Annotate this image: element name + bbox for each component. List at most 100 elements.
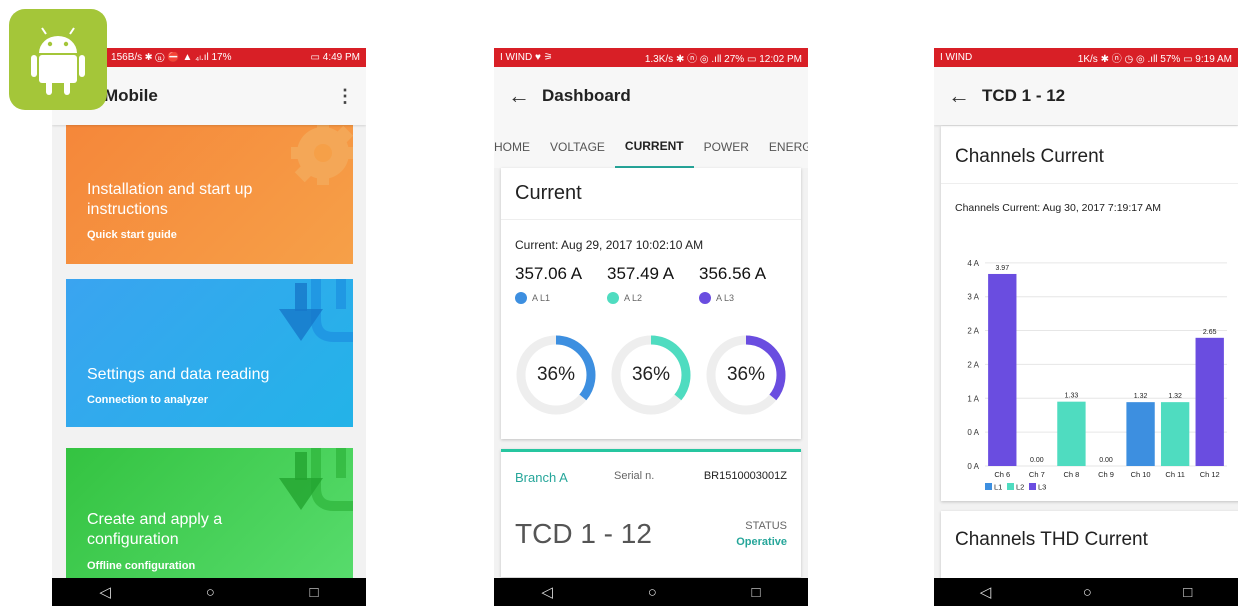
gauge-percent: 36% [726,364,766,385]
status-bar-right: 1.3K/s ✱ ⓝ ◎ .ıll 27% ▭ 12:02 PM [644,54,802,65]
branch-name: Branch A [515,470,568,485]
status-label: STATUS [745,520,787,532]
x-tick-label: Ch 7 [1029,470,1045,479]
bar-value-label: 0.00 [1099,457,1113,464]
app-bar: ← TCD 1 - 12 [934,67,1238,125]
channels-bar-chart: 0 A 0 A 1 A 2 A 2 A 3 A 4 A 3.97 Ch 6 0.00 Ch 7 1.3… [967,259,1227,492]
back-arrow-icon[interactable]: ← [948,83,982,109]
card-title: Installation and start up instructions [87,181,253,218]
tab-bar: HOME VOLTAGE CURRENT POWER ENERGY [494,125,808,168]
gauge-l2: 36% [610,334,692,416]
phase-legend: A L3 [699,292,791,304]
card-subtitle: Connection to analyzer [87,394,209,406]
gauge-percent: 36% [631,364,671,385]
bar-value-label: 1.32 [1134,393,1148,400]
home-circle-icon[interactable]: ○ [206,584,215,601]
tab-current[interactable]: CURRENT [614,125,694,168]
status-bar: I WIND ♥ ⚞ 1.3K/s ✱ ⓝ ◎ .ıll 27% ▭ 12:02… [494,48,808,67]
branch-card[interactable]: Branch A Serial n. BR1510003001Z TCD 1 -… [501,449,801,577]
device-name: TCD 1 - 12 [515,518,652,549]
card-list: Installation and start up instructions Q… [52,125,366,578]
legend-dot [515,292,527,304]
gauge-percent: 36% [536,364,576,385]
android-logo [9,9,107,110]
phase-l3: 356.56 A A L3 [699,264,791,304]
bar-value-label: 2.65 [1203,329,1217,336]
card-title: Current [501,168,801,220]
bar [988,273,1017,466]
app-title: TCD 1 - 12 [982,86,1066,105]
phase-l1: 357.06 A A L1 [515,264,607,304]
gauge-l1: 36% [515,334,597,416]
settings-card[interactable]: Settings and data reading Connection to … [66,279,353,427]
tab-energy[interactable]: ENERGY [759,125,808,168]
phone-screen-dashboard: I WIND ♥ ⚞ 1.3K/s ✱ ⓝ ◎ .ıll 27% ▭ 12:02… [494,48,808,606]
back-triangle-icon[interactable]: ◁ [541,583,553,601]
legend-swatch [985,483,992,490]
home-circle-icon[interactable]: ○ [1083,584,1092,601]
tab-power[interactable]: POWER [694,125,759,168]
y-tick-label: 4 A [967,259,979,268]
recents-square-icon[interactable]: □ [310,584,319,601]
back-triangle-icon[interactable]: ◁ [99,583,111,601]
legend-dot [607,292,619,304]
x-tick-label: Ch 6 [994,470,1010,479]
x-tick-label: Ch 8 [1064,470,1080,479]
phase-label: A L2 [624,293,643,303]
more-vert-icon[interactable]: ⋮ [336,86,354,107]
recents-square-icon[interactable]: □ [752,584,761,601]
x-tick-label: Ch 10 [1131,470,1151,479]
bar-value-label: 1.32 [1168,393,1182,400]
app-title: Mobile [104,86,158,105]
x-tick-label: Ch 11 [1165,470,1184,479]
phone-screen-device: I WIND 1K/s ✱ ⓝ ◷ ◎ .ıll 57% ▭ 9:19 AM ←… [934,48,1238,606]
card-title: Channels THD Current [955,529,1148,550]
tab-voltage[interactable]: VOLTAGE [540,125,615,168]
serial-value: BR1510003001Z [703,470,787,482]
status-bar: I WIND 1K/s ✱ ⓝ ◷ ◎ .ıll 57% ▭ 9:19 AM [934,48,1238,67]
recents-square-icon[interactable]: □ [1183,584,1192,601]
back-arrow-icon[interactable]: ← [508,83,542,109]
app-bar: ← Dashboard [494,67,808,125]
bar-value-label: 0.00 [1030,457,1044,464]
phase-values: 357.06 A A L1 357.49 A A L2 356.56 A A L… [515,264,791,304]
phase-legend: A L1 [515,292,607,304]
channels-current-card: Channels Current Channels Current: Aug 3… [941,126,1238,501]
chart-timestamp: Channels Current: Aug 30, 2017 7:19:17 A… [955,202,1162,214]
card-title: Create and apply a configuration [87,511,223,548]
phase-label: A L3 [716,293,735,303]
status-value: Operative [736,536,787,548]
y-tick-label: 1 A [967,394,979,403]
installation-card[interactable]: Installation and start up instructions Q… [66,125,353,264]
legend-swatch [1029,483,1036,490]
legend-swatch [1007,483,1014,490]
legend-label: L3 [1038,483,1046,492]
back-triangle-icon[interactable]: ◁ [980,583,992,601]
phase-value: 357.06 A [515,264,583,283]
phone-screen-home: ⚿ ▦ ▤ 🕨 ··· 156B/s ✱ ⓝ ⛔ ▲ ₄ₗ.ıl 17% ▭ 4… [52,48,366,606]
status-bar-right: ▭ 4:49 PM [310,52,360,63]
x-tick-label: Ch 12 [1200,470,1220,479]
bar-value-label: 1.33 [1065,393,1079,400]
configuration-card[interactable]: Create and apply a configuration Offline… [66,448,353,578]
y-tick-label: 2 A [967,327,979,336]
card-subtitle: Offline configuration [87,560,196,572]
tab-home[interactable]: HOME [494,125,540,168]
y-tick-label: 0 A [967,428,979,437]
card-subtitle: Quick start guide [87,229,177,241]
home-circle-icon[interactable]: ○ [648,584,657,601]
bar [1195,337,1224,466]
app-title: Dashboard [542,86,631,105]
gauge-l3: 36% [705,334,787,416]
gauge-row: 36% 36% 36% [515,334,800,416]
phase-legend: A L2 [607,292,699,304]
legend-label: L1 [994,483,1002,492]
phase-label: A L1 [532,293,551,303]
bar [1057,401,1086,466]
phase-l2: 357.49 A A L2 [607,264,699,304]
system-nav-bar: ◁ ○ □ [494,578,808,606]
download-arrow-icon [279,279,353,342]
legend-label: L2 [1016,483,1024,492]
current-timestamp: Current: Aug 29, 2017 10:02:10 AM [515,238,704,252]
phase-value: 356.56 A [699,264,767,283]
